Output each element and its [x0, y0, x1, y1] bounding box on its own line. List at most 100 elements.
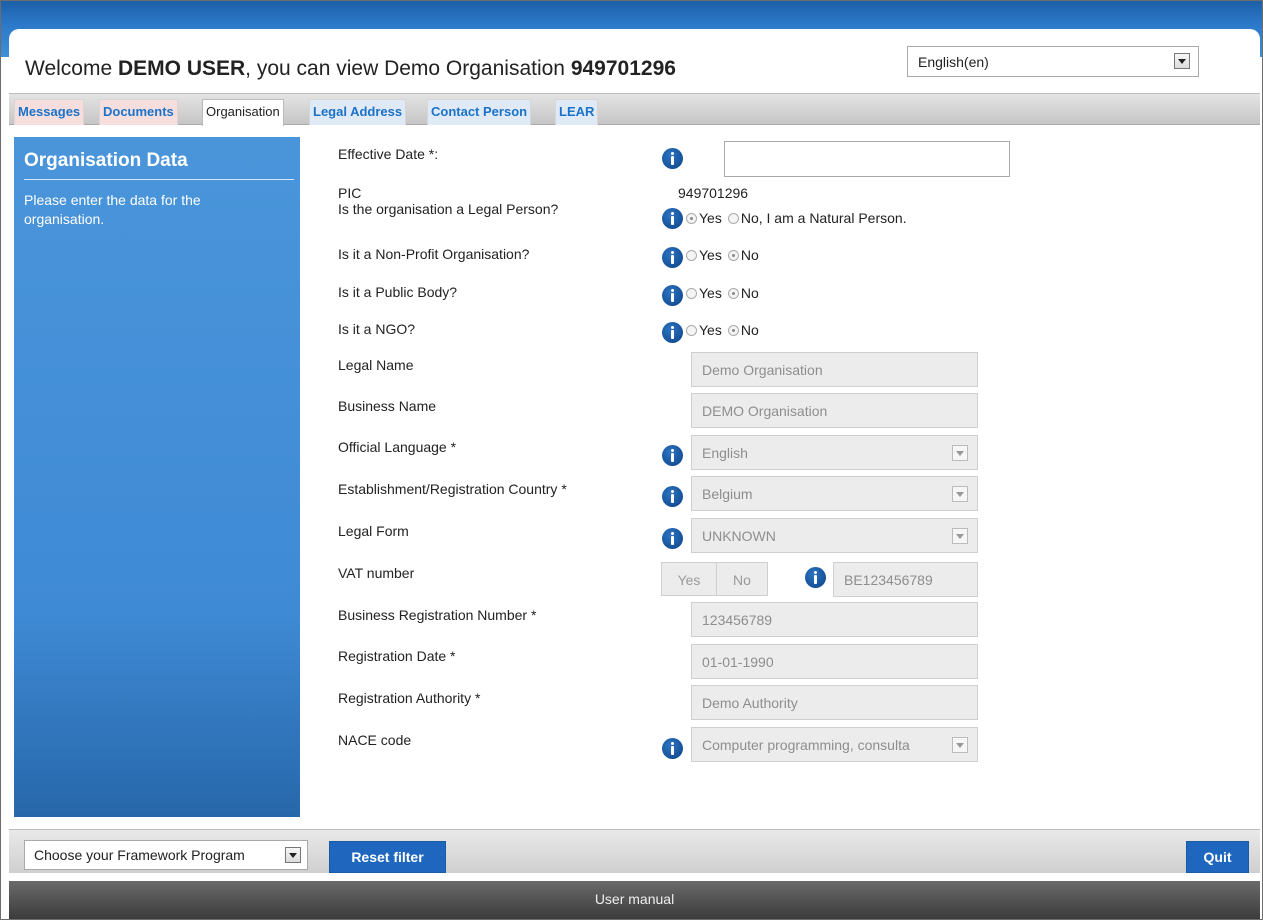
- official-language-label: Official Language *: [338, 439, 457, 455]
- radio-label: No: [740, 247, 759, 263]
- nace-code-label: NACE code: [338, 732, 412, 748]
- legal-person-radio-group: Yes No, I am a Natural Person.: [686, 210, 913, 226]
- radio-label: Yes: [699, 210, 722, 226]
- info-icon[interactable]: [662, 322, 683, 343]
- user-name: DEMO USER: [117, 57, 246, 80]
- vat-yes-toggle[interactable]: Yes: [661, 562, 717, 596]
- pic-label: PIC: [338, 185, 362, 201]
- reset-filter-button[interactable]: Reset filter: [329, 841, 446, 873]
- non-profit-yes-radio[interactable]: [686, 249, 697, 261]
- legal-person-yes-radio[interactable]: [686, 212, 697, 224]
- tab-organisation[interactable]: Organisation: [202, 99, 284, 126]
- quit-button[interactable]: Quit: [1186, 841, 1249, 873]
- chevron-down-icon[interactable]: [952, 445, 968, 461]
- non-profit-radio-group: Yes No: [686, 247, 765, 263]
- business-name-field[interactable]: DEMO Organisation: [691, 393, 978, 428]
- country-label: Establishment/Registration Country *: [338, 481, 567, 497]
- legal-name-value: Demo Organisation: [702, 362, 823, 378]
- framework-program-select[interactable]: Choose your Framework Program: [24, 840, 308, 870]
- welcome-prefix: Welcome: [25, 57, 118, 80]
- radio-label: Yes: [699, 247, 722, 263]
- chevron-down-icon[interactable]: [285, 847, 301, 863]
- framework-program-value: Choose your Framework Program: [34, 847, 245, 863]
- official-language-select[interactable]: English: [691, 435, 978, 470]
- info-icon[interactable]: [662, 148, 683, 169]
- legal-person-label: Is the organisation a Legal Person?: [338, 201, 559, 217]
- business-name-label: Business Name: [338, 398, 437, 414]
- legal-name-label: Legal Name: [338, 357, 414, 373]
- public-body-yes-radio[interactable]: [686, 287, 697, 299]
- info-icon[interactable]: [662, 528, 683, 549]
- tab-documents[interactable]: Documents: [99, 99, 178, 125]
- main-panel: Welcome DEMO USER, you can view Demo Org…: [9, 29, 1260, 919]
- organisation-number: 949701296: [570, 57, 676, 80]
- language-value: English(en): [918, 54, 989, 70]
- sidebar: Organisation Data Please enter the data …: [14, 137, 300, 817]
- info-icon[interactable]: [662, 445, 683, 466]
- vat-label: VAT number: [338, 565, 415, 581]
- nace-code-select[interactable]: Computer programming, consulta: [691, 727, 978, 762]
- legal-name-field[interactable]: Demo Organisation: [691, 352, 978, 387]
- info-icon[interactable]: [662, 208, 683, 229]
- ngo-yes-radio[interactable]: [686, 324, 697, 336]
- nace-code-value: Computer programming, consulta: [702, 737, 910, 753]
- tab-legal-address[interactable]: Legal Address: [309, 99, 407, 125]
- info-icon[interactable]: [662, 738, 683, 759]
- chevron-down-icon[interactable]: [952, 737, 968, 753]
- info-icon[interactable]: [662, 247, 683, 268]
- sidebar-title: Organisation Data: [24, 150, 188, 171]
- registration-authority-field[interactable]: Demo Authority: [691, 685, 978, 720]
- country-select[interactable]: Belgium: [691, 476, 978, 511]
- info-icon[interactable]: [662, 486, 683, 507]
- chevron-down-icon[interactable]: [952, 486, 968, 502]
- legal-form-value: UNKNOWN: [702, 528, 776, 544]
- registration-authority-value: Demo Authority: [702, 695, 798, 711]
- legal-form-select[interactable]: UNKNOWN: [691, 518, 978, 553]
- vat-number-value: BE123456789: [844, 572, 933, 588]
- pic-value: 949701296: [678, 185, 749, 201]
- registration-authority-label: Registration Authority *: [338, 690, 481, 706]
- registration-date-value: 01-01-1990: [702, 654, 774, 670]
- info-icon[interactable]: [662, 285, 683, 306]
- business-registration-number-value: 123456789: [702, 612, 773, 628]
- sidebar-description: Please enter the data for the organisati…: [24, 192, 201, 227]
- effective-date-input[interactable]: [724, 141, 1010, 177]
- registration-date-label: Registration Date *: [338, 648, 456, 664]
- public-body-no-radio[interactable]: [727, 287, 739, 299]
- official-language-value: English: [702, 445, 748, 461]
- public-body-label: Is it a Public Body?: [338, 284, 458, 300]
- public-body-radio-group: Yes No: [686, 285, 765, 301]
- info-icon[interactable]: [805, 567, 826, 588]
- language-select[interactable]: English(en): [907, 46, 1199, 77]
- chevron-down-icon[interactable]: [1174, 53, 1190, 69]
- business-registration-number-field[interactable]: 123456789: [691, 602, 978, 637]
- tab-contact-person[interactable]: Contact Person: [427, 99, 532, 125]
- application-window: Welcome DEMO USER, you can view Demo Org…: [0, 0, 1263, 920]
- tab-lear[interactable]: LEAR: [555, 99, 599, 125]
- welcome-message: Welcome DEMO USER, you can view Demo Org…: [25, 57, 676, 81]
- registration-date-field[interactable]: 01-01-1990: [691, 644, 978, 679]
- sidebar-divider: [24, 179, 294, 180]
- radio-label: No: [740, 285, 759, 301]
- ngo-no-radio[interactable]: [727, 324, 739, 336]
- tab-bar: Messages Documents Organisation Legal Ad…: [9, 93, 1260, 126]
- tab-messages[interactable]: Messages: [14, 99, 85, 125]
- footer-bar: User manual: [9, 881, 1260, 919]
- legal-person-no-radio[interactable]: [727, 212, 739, 224]
- business-registration-number-label: Business Registration Number *: [338, 607, 537, 623]
- vat-number-field[interactable]: BE123456789: [833, 562, 978, 597]
- business-name-value: DEMO Organisation: [702, 403, 828, 419]
- user-manual-link[interactable]: User manual: [9, 891, 1260, 907]
- vat-no-toggle[interactable]: No: [716, 562, 768, 596]
- country-value: Belgium: [702, 486, 753, 502]
- effective-date-label: Effective Date *:: [338, 146, 439, 162]
- legal-form-label: Legal Form: [338, 523, 409, 539]
- bottom-toolbar: Choose your Framework Program Reset filt…: [9, 829, 1260, 873]
- non-profit-no-radio[interactable]: [727, 249, 739, 261]
- radio-label: Yes: [699, 322, 722, 338]
- radio-label: No: [740, 322, 759, 338]
- ngo-label: Is it a NGO?: [338, 321, 416, 337]
- radio-label: No, I am a Natural Person.: [740, 210, 907, 226]
- chevron-down-icon[interactable]: [952, 528, 968, 544]
- welcome-middle: , you can view Demo Organisation: [245, 57, 571, 80]
